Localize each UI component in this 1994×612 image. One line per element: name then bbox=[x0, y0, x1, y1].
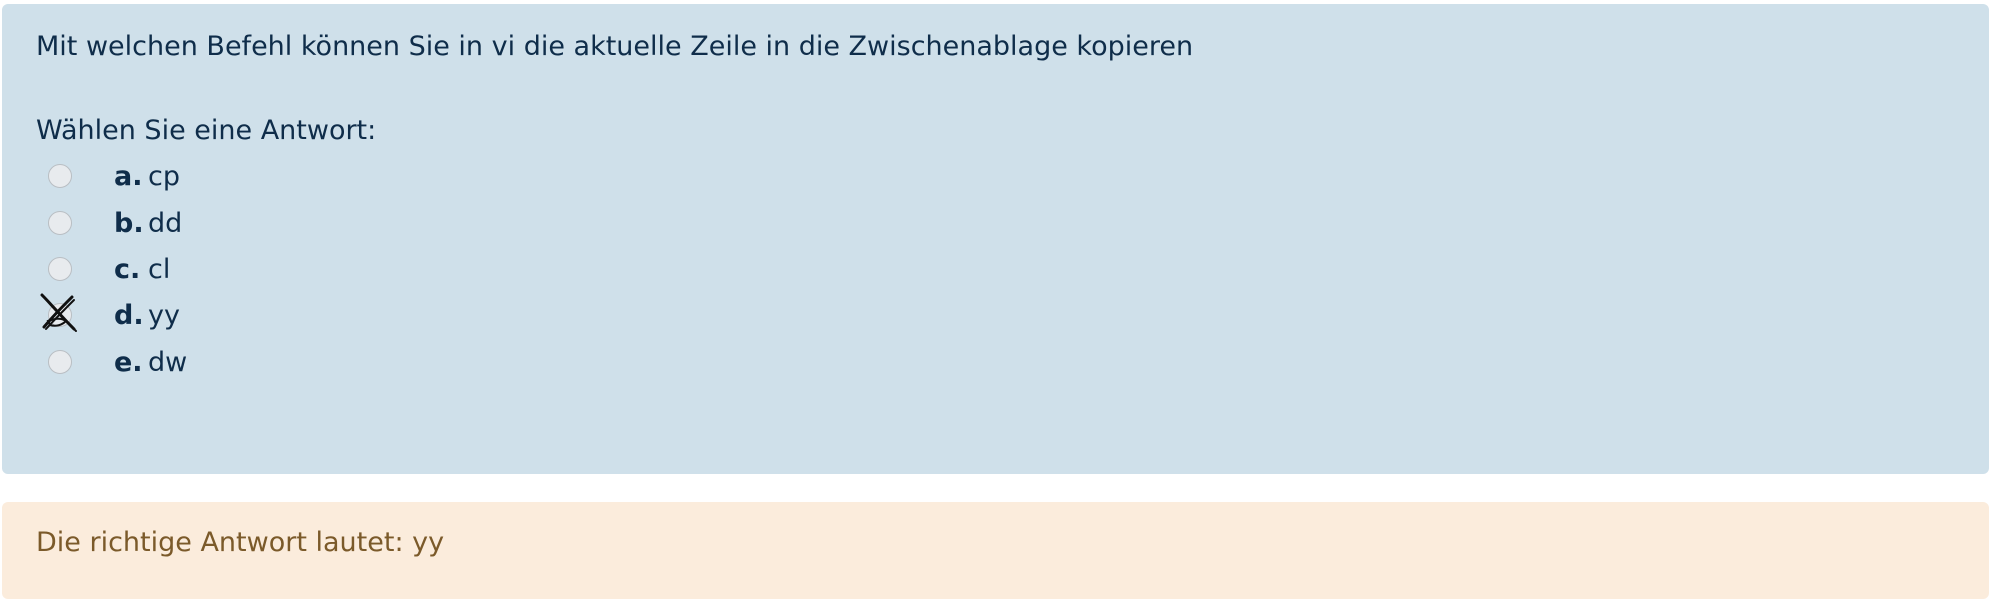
answer-text-b: dd bbox=[148, 208, 183, 239]
answer-letter-d: d. bbox=[114, 300, 144, 331]
answer-letter-b: b. bbox=[114, 208, 144, 239]
answer-letter-c: c. bbox=[114, 254, 141, 285]
radio-button-e[interactable] bbox=[48, 350, 72, 374]
hand-drawn-cross-icon bbox=[40, 293, 77, 332]
question-text: Mit welchen Befehl können Sie in vi die … bbox=[36, 31, 1194, 62]
radio-button-a[interactable] bbox=[48, 164, 72, 188]
answer-text-c: cl bbox=[148, 254, 171, 285]
question-panel: Mit welchen Befehl können Sie in vi die … bbox=[2, 4, 1989, 474]
answer-prompt: Wählen Sie eine Antwort: bbox=[36, 115, 377, 146]
answer-option-c[interactable]: c. cl bbox=[2, 249, 402, 295]
answer-text-d: yy bbox=[148, 300, 180, 331]
answer-option-b[interactable]: b. dd bbox=[2, 203, 402, 249]
radio-button-b[interactable] bbox=[48, 211, 72, 235]
answer-letter-a: a. bbox=[114, 161, 143, 192]
feedback-panel: Die richtige Antwort lautet: yy bbox=[2, 502, 1989, 599]
answer-option-a[interactable]: a. cp bbox=[2, 156, 402, 202]
answer-text-a: cp bbox=[148, 161, 180, 192]
answer-text-e: dw bbox=[148, 347, 188, 378]
radio-button-c[interactable] bbox=[48, 257, 72, 281]
answer-option-d[interactable]: d. yy bbox=[2, 293, 402, 341]
correct-answer-feedback: Die richtige Antwort lautet: yy bbox=[36, 527, 445, 558]
answer-option-e[interactable]: e. dw bbox=[2, 342, 402, 388]
answer-letter-e: e. bbox=[114, 347, 143, 378]
